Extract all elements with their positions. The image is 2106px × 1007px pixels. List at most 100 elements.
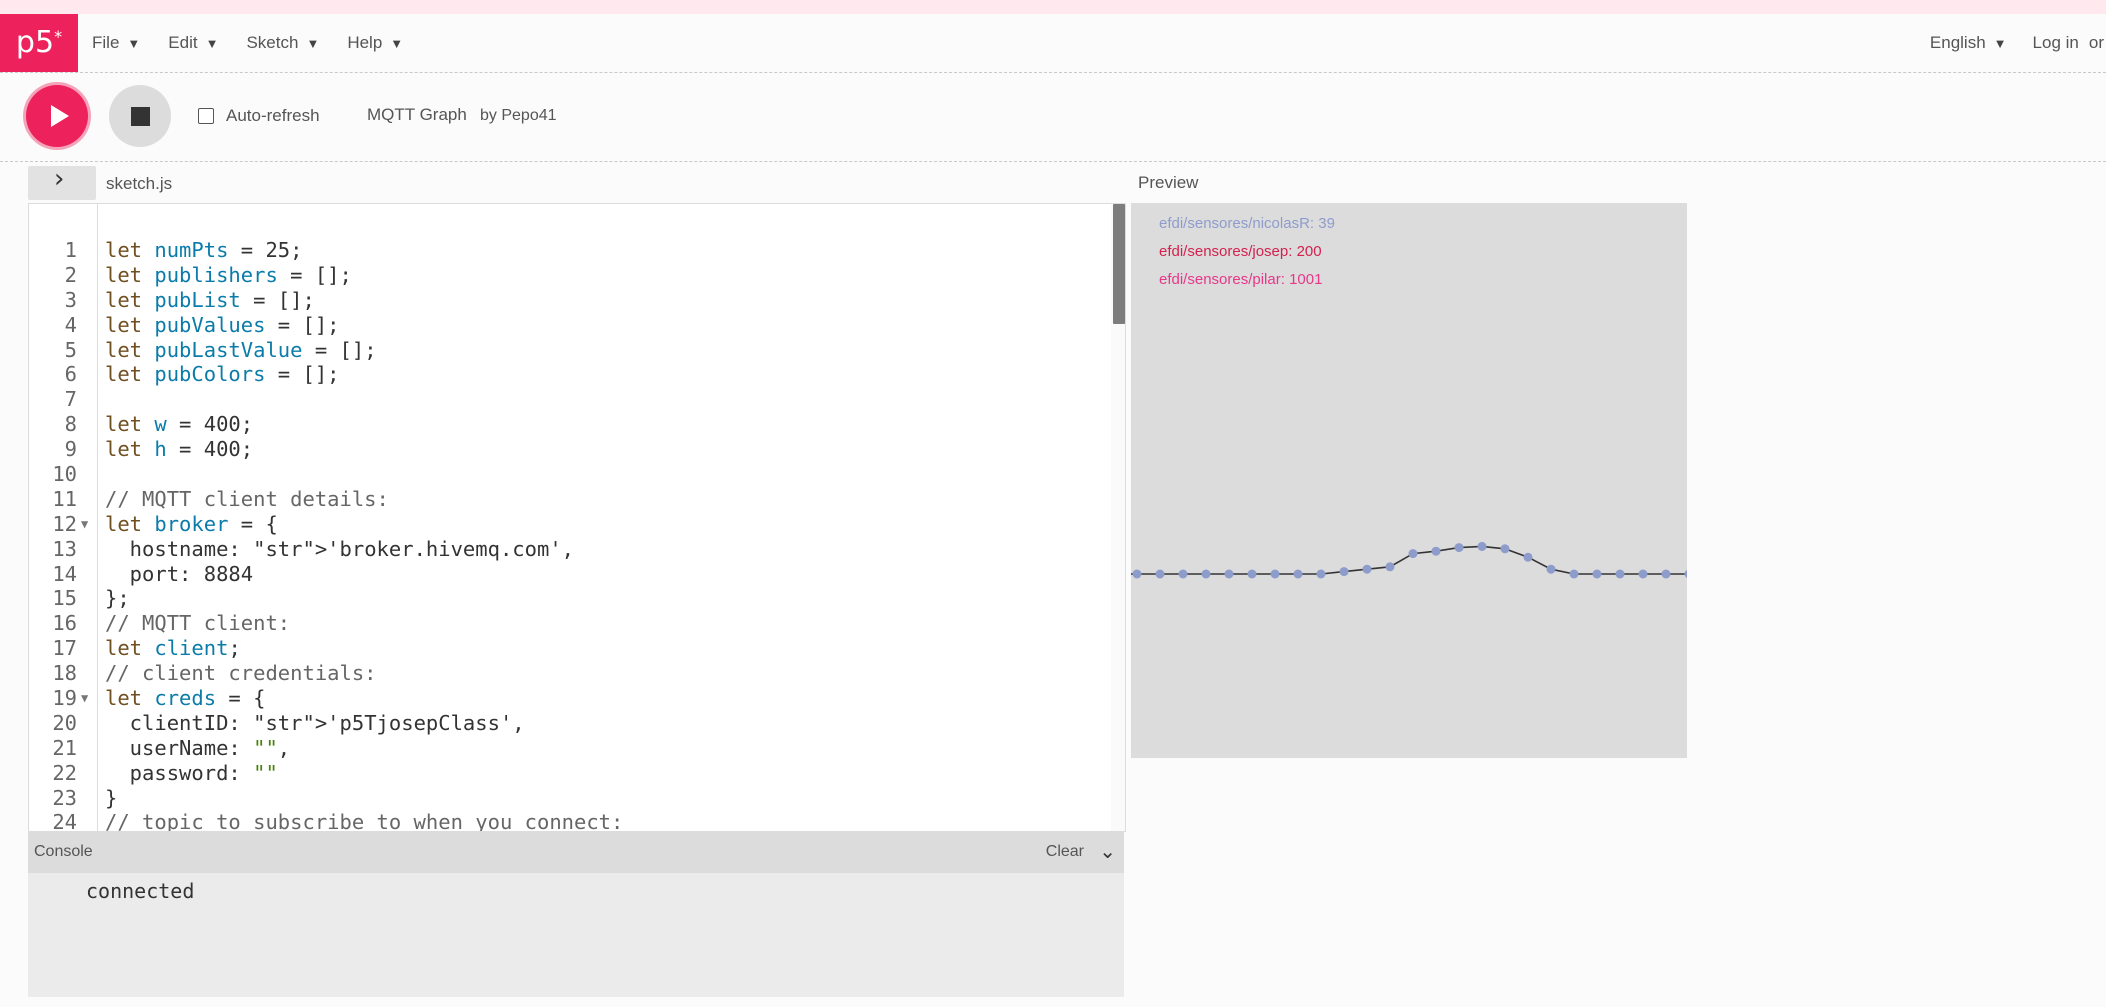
code-text: let creds = {	[105, 686, 266, 711]
menu-sketch[interactable]: Sketch ▼	[246, 33, 319, 53]
line-number: 12	[52, 511, 77, 536]
code-text: userName: "",	[105, 735, 291, 760]
console-header: Console Clear ⌄	[28, 831, 1124, 873]
line-number: 11	[52, 486, 77, 511]
p5-logo[interactable]: p5*	[0, 14, 78, 72]
login-link[interactable]: Log in	[2033, 33, 2079, 53]
code-line[interactable]: 14 port: 8884	[29, 562, 1109, 587]
code-line[interactable]: 12 ▼ let broker = {	[29, 512, 1109, 537]
auto-refresh-checkbox[interactable]	[198, 108, 214, 124]
code-line[interactable]: 16 // MQTT client:	[29, 611, 1109, 636]
editor-scrollbar[interactable]	[1111, 204, 1125, 831]
legend-nicolasR: efdi/sensores/nicolasR: 39	[1159, 215, 1335, 232]
code-line[interactable]: 19 ▼ let creds = {	[29, 686, 1109, 711]
menu-file[interactable]: File ▼	[92, 33, 140, 53]
code-text: };	[105, 586, 130, 611]
code-line[interactable]: 24 // topic to subscribe to when you conn…	[29, 810, 1109, 832]
code-editor[interactable]: 1 let numPts = 25; 2 let publishers = []; 3 l…	[28, 203, 1126, 832]
code-text: hostname: "str">'broker.hivemq.com',	[105, 536, 575, 561]
code-line[interactable]: 21 userName: "",	[29, 736, 1109, 761]
code-line[interactable]: 17 let client;	[29, 636, 1109, 661]
code-line[interactable]: 3 let pubList = [];	[29, 288, 1109, 313]
code-line[interactable]: 18 // client credentials:	[29, 661, 1109, 686]
logo-mark: *	[54, 27, 63, 46]
code-text: let publishers = [];	[105, 262, 352, 287]
stop-button[interactable]	[109, 85, 171, 147]
line-number: 22	[52, 760, 77, 785]
play-button[interactable]	[26, 85, 88, 147]
code-text: let pubValues = [];	[105, 312, 340, 337]
legend-josep: efdi/sensores/josep: 200	[1159, 243, 1322, 260]
code-line[interactable]: 5 let pubLastValue = [];	[29, 338, 1109, 363]
sidebar-toggle-button[interactable]: ›	[28, 164, 96, 200]
chevron-down-icon[interactable]: ⌄	[1099, 839, 1116, 864]
or-text: or	[2088, 33, 2104, 52]
code-line[interactable]: 20 clientID: "str">'p5TjosepClass',	[29, 711, 1109, 736]
sketch-author[interactable]: by Pepo41	[480, 107, 557, 125]
toolbar: Auto-refresh MQTT Graph by Pepo41	[0, 73, 2106, 162]
data-point	[1569, 569, 1579, 579]
code-line[interactable]: 4 let pubValues = [];	[29, 313, 1109, 338]
language-selector[interactable]: English ▼	[1930, 33, 2007, 53]
sketch-name[interactable]: MQTT Graph	[367, 105, 467, 125]
data-point	[1201, 569, 1211, 579]
menu-help[interactable]: Help ▼	[347, 33, 403, 53]
code-line[interactable]: 9 let h = 400;	[29, 437, 1109, 462]
data-point	[1477, 541, 1487, 551]
code-text: // MQTT client:	[105, 611, 291, 636]
console-title: Console	[34, 843, 93, 860]
line-number: 9	[64, 437, 77, 462]
code-text: // client credentials:	[105, 661, 377, 686]
code-line[interactable]: 1 let numPts = 25;	[29, 238, 1109, 263]
line-number: 4	[64, 312, 77, 337]
data-point	[1339, 567, 1349, 577]
menu-edit[interactable]: Edit ▼	[168, 33, 218, 53]
line-number: 16	[52, 611, 77, 636]
line-number: 19	[52, 686, 77, 711]
scrollbar-thumb[interactable]	[1113, 204, 1125, 324]
code-line[interactable]: 23}	[29, 786, 1109, 811]
fold-arrow-icon[interactable]: ▼	[81, 686, 88, 711]
code-line[interactable]: 7	[29, 387, 1109, 412]
code-line[interactable]: 8 let w = 400;	[29, 412, 1109, 437]
code-line[interactable]: 2 let publishers = [];	[29, 263, 1109, 288]
data-point	[1546, 564, 1556, 574]
code-line[interactable]: 10	[29, 462, 1109, 487]
data-point	[1132, 569, 1142, 579]
code-text: clientID: "str">'p5TjosepClass',	[105, 710, 525, 735]
code-text: // topic to subscribe to when you connec…	[105, 810, 624, 832]
line-number: 18	[52, 661, 77, 686]
data-point	[1385, 562, 1395, 572]
top-nav: p5* File ▼ Edit ▼ Sketch ▼ Help ▼ English ▼ L…	[0, 14, 2106, 73]
caret-down-icon: ▼	[390, 36, 404, 51]
line-number: 6	[64, 362, 77, 387]
code-line[interactable]: 6 let pubColors = [];	[29, 362, 1109, 387]
language-label: English	[1929, 33, 1986, 52]
data-point	[1155, 569, 1165, 579]
code-line[interactable]: 11 // MQTT client details:	[29, 487, 1109, 512]
data-point	[1684, 569, 1687, 579]
file-tab-sketch[interactable]: sketch.js	[106, 174, 172, 194]
chevron-right-icon: ›	[54, 164, 65, 194]
line-number: 3	[64, 287, 77, 312]
line-number: 8	[64, 412, 77, 437]
code-text: let pubColors = [];	[105, 362, 340, 387]
preview-label: Preview	[1138, 173, 1199, 192]
line-number: 23	[52, 785, 77, 810]
fold-arrow-icon[interactable]: ▼	[81, 512, 88, 537]
data-point	[1178, 569, 1188, 579]
code-line[interactable]: 15};	[29, 586, 1109, 611]
preview-canvas[interactable]: efdi/sensores/nicolasR: 39 efdi/sensores…	[1131, 203, 1687, 758]
code-text: let broker = {	[105, 511, 278, 536]
menu-sketch-label: Sketch	[246, 33, 299, 52]
console-output: connected	[28, 873, 1124, 997]
console-message: connected	[86, 879, 195, 903]
code-text: let w = 400;	[105, 412, 254, 437]
console-clear-button[interactable]: Clear	[1046, 843, 1084, 861]
code-lines[interactable]: 1 let numPts = 25; 2 let publishers = []; 3 l…	[29, 238, 1109, 832]
auto-refresh-label[interactable]: Auto-refresh	[226, 106, 320, 126]
code-line[interactable]: 22 password: ""	[29, 761, 1109, 786]
data-point	[1523, 552, 1533, 562]
caret-down-icon: ▼	[127, 36, 141, 51]
code-line[interactable]: 13 hostname: "str">'broker.hivemq.com',	[29, 537, 1109, 562]
